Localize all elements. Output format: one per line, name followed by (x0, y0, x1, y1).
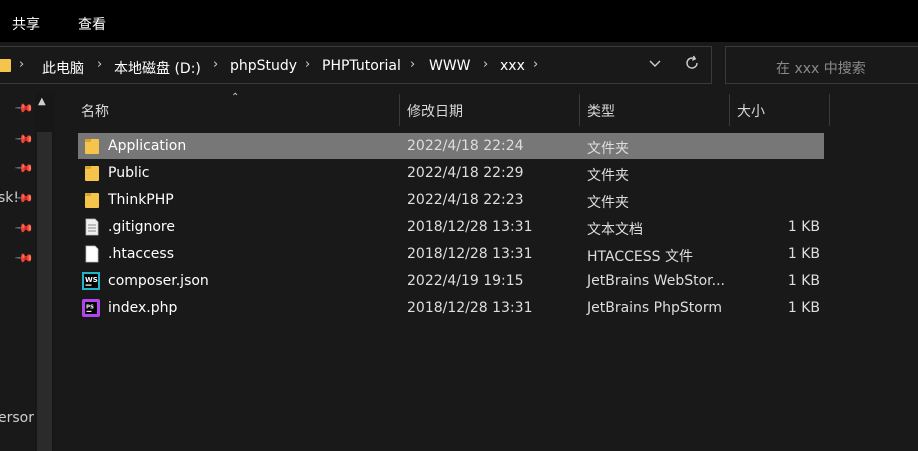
pin-icon[interactable]: 📌 (14, 218, 34, 238)
file-size: 1 KB (787, 219, 820, 235)
address-row: › 此电脑 › 本地磁盘 (D:) › phpStudy › PHPTutori… (0, 42, 918, 92)
file-icon (85, 245, 99, 263)
file-type: HTACCESS 文件 (587, 249, 693, 265)
refresh-button[interactable] (681, 54, 703, 76)
sort-ascending-icon: ⌃ (231, 92, 240, 103)
navigation-scrollbar[interactable]: ▲ (35, 92, 55, 451)
breadcrumb-this-pc[interactable]: 此电脑 (42, 58, 84, 78)
chevron-right-icon[interactable]: › (483, 57, 488, 72)
chevron-right-icon[interactable]: › (533, 57, 538, 72)
file-date: 2018/12/28 13:31 (407, 300, 533, 316)
file-name: index.php (108, 300, 178, 316)
breadcrumb-phpstudy[interactable]: phpStudy (230, 58, 297, 74)
file-row-application[interactable]: Application 2022/4/18 22:24 文件夹 (78, 133, 824, 159)
ribbon-tab-view[interactable]: 查看 (78, 14, 106, 34)
column-divider[interactable] (579, 94, 580, 126)
column-header-date[interactable]: 修改日期 (407, 101, 463, 121)
file-row-composer-json[interactable]: WS composer.json 2022/4/19 19:15 JetBrai… (78, 268, 824, 294)
file-size: 1 KB (787, 246, 820, 262)
file-size: 1 KB (787, 273, 820, 289)
file-type: 文本文档 (587, 222, 643, 238)
file-name: .gitignore (108, 219, 175, 235)
folder-icon (85, 166, 99, 181)
ribbon-bar: 共享 查看 (0, 0, 918, 42)
chevron-right-icon[interactable]: › (305, 57, 310, 72)
scroll-up-icon[interactable]: ▲ (38, 96, 46, 107)
file-type: 文件夹 (587, 195, 629, 211)
file-date: 2022/4/18 22:29 (407, 165, 524, 181)
refresh-icon (686, 55, 698, 69)
file-date: 2022/4/19 19:15 (407, 273, 524, 289)
pin-icon[interactable]: 📌 (14, 129, 34, 149)
file-list: ⌃ 名称 修改日期 类型 大小 Application 2022/4/18 22… (57, 92, 918, 451)
text-file-icon (85, 218, 99, 236)
pin-icon[interactable]: 📌 (14, 248, 34, 268)
file-date: 2018/12/28 13:31 (407, 219, 533, 235)
webstorm-icon: WS (82, 272, 100, 290)
file-type: 文件夹 (587, 168, 629, 184)
search-input[interactable]: 在 xxx 中搜索 (725, 46, 918, 84)
phpstorm-icon: PS (82, 299, 100, 317)
file-row-public[interactable]: Public 2022/4/18 22:29 文件夹 (78, 160, 824, 186)
pin-icon[interactable]: 📌 (14, 158, 34, 178)
folder-icon (85, 193, 99, 208)
file-type: JetBrains WebStor... (587, 273, 725, 289)
chevron-right-icon[interactable]: › (410, 57, 415, 72)
nav-item-partial[interactable]: ersor (0, 410, 34, 426)
file-name: ThinkPHP (108, 192, 174, 208)
address-bar[interactable]: › 此电脑 › 本地磁盘 (D:) › phpStudy › PHPTutori… (0, 46, 712, 84)
column-header-type[interactable]: 类型 (587, 101, 615, 121)
chevron-right-icon[interactable]: › (97, 57, 102, 72)
column-divider[interactable] (399, 94, 400, 126)
column-divider[interactable] (729, 94, 730, 126)
column-header-name[interactable]: 名称 (81, 101, 109, 121)
column-divider[interactable] (829, 94, 830, 126)
file-type: 文件夹 (587, 141, 629, 157)
folder-icon (0, 59, 11, 72)
chevron-right-icon[interactable]: › (19, 57, 24, 72)
file-name: composer.json (108, 273, 209, 289)
breadcrumb-phptutorial[interactable]: PHPTutorial (322, 58, 401, 74)
file-type: JetBrains PhpStorm (587, 300, 722, 316)
file-row-htaccess[interactable]: .htaccess 2018/12/28 13:31 HTACCESS 文件 1… (78, 241, 824, 267)
breadcrumb-xxx[interactable]: xxx (500, 58, 525, 74)
column-header-size[interactable]: 大小 (737, 101, 765, 121)
file-date: 2022/4/18 22:24 (407, 138, 524, 154)
file-name: .htaccess (108, 246, 174, 262)
address-history-dropdown[interactable] (645, 56, 665, 76)
pin-icon[interactable]: 📌 (14, 98, 34, 118)
svg-text:PS: PS (86, 305, 94, 311)
chevron-down-icon (649, 60, 661, 67)
file-row-thinkphp[interactable]: ThinkPHP 2022/4/18 22:23 文件夹 (78, 187, 824, 213)
file-name: Application (108, 138, 187, 154)
ribbon-tab-share[interactable]: 共享 (12, 14, 40, 34)
svg-text:WS: WS (85, 276, 98, 284)
chevron-right-icon[interactable]: › (213, 57, 218, 72)
breadcrumb-www[interactable]: WWW (429, 58, 471, 74)
breadcrumb-drive-d[interactable]: 本地磁盘 (D:) (114, 58, 201, 78)
file-name: Public (108, 165, 150, 181)
file-row-index-php[interactable]: PS index.php 2018/12/28 13:31 JetBrains … (78, 295, 824, 321)
search-placeholder: 在 xxx 中搜索 (776, 61, 866, 77)
file-date: 2022/4/18 22:23 (407, 192, 524, 208)
folder-icon (85, 139, 99, 154)
scrollbar-thumb[interactable] (37, 132, 52, 451)
file-date: 2018/12/28 13:31 (407, 246, 533, 262)
navigation-pane: 📌 📌 📌 sk! 📌 📌 📌 ersor (0, 92, 35, 451)
file-size: 1 KB (787, 300, 820, 316)
file-row-gitignore[interactable]: .gitignore 2018/12/28 13:31 文本文档 1 KB (78, 214, 824, 240)
